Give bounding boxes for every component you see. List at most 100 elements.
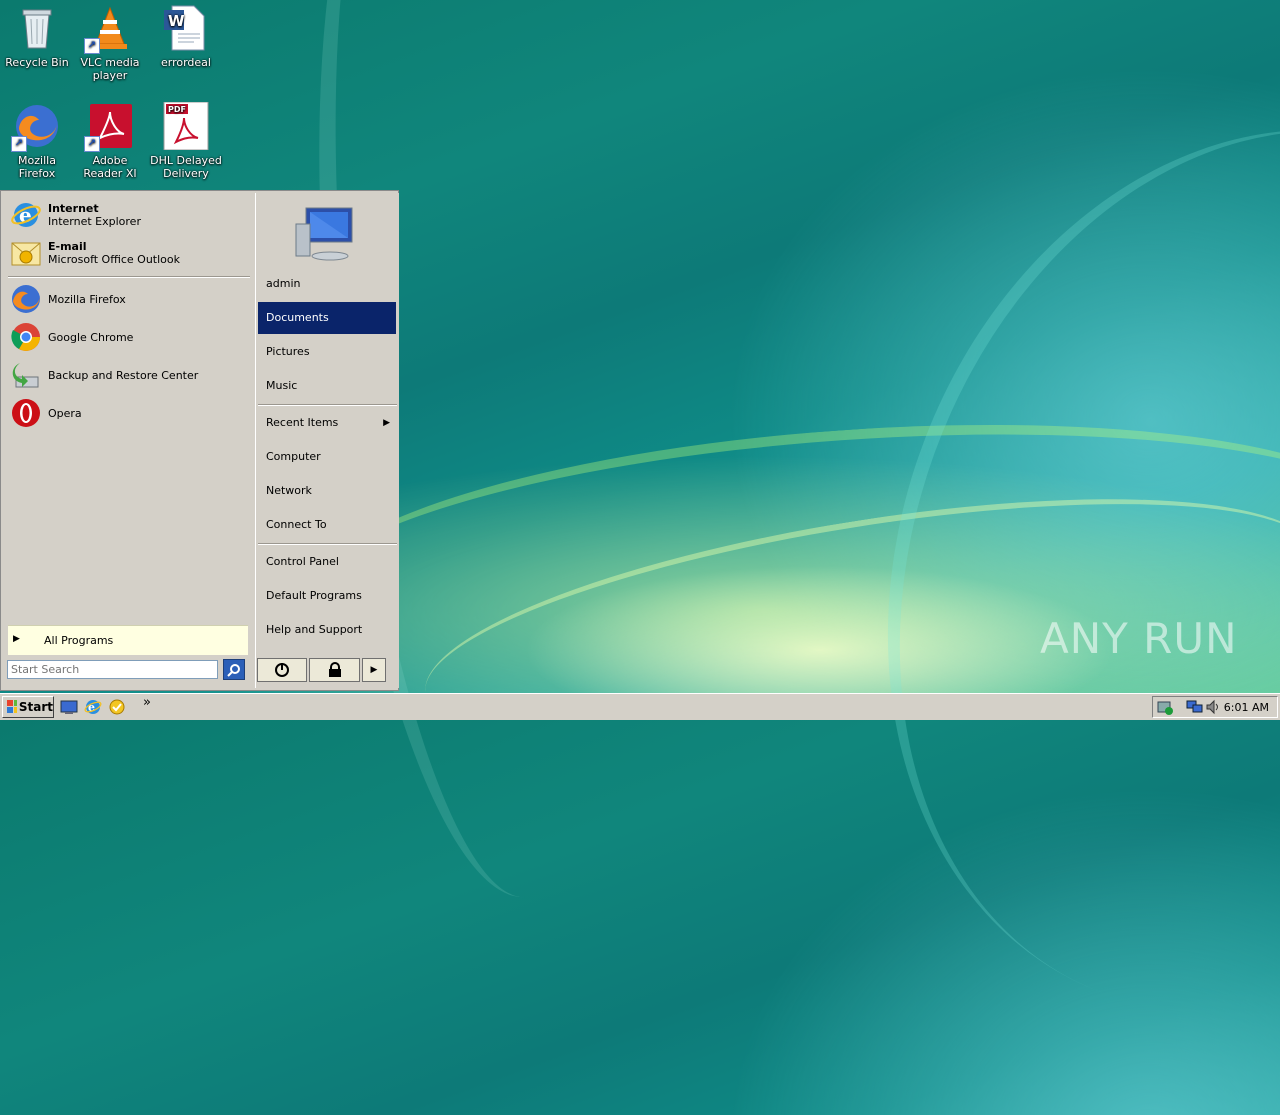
- start-right-item-control-panel[interactable]: Control Panel: [258, 546, 396, 578]
- submenu-arrow-icon: ▶: [383, 418, 390, 428]
- pinned-item-internet[interactable]: e Internet Internet Explorer: [10, 197, 250, 233]
- quick-launch-overflow[interactable]: »: [143, 695, 151, 710]
- internet-explorer-icon: e: [10, 199, 42, 231]
- pinned-item-title: E-mail: [48, 240, 87, 253]
- desktop-icon-vlc[interactable]: ↗ VLC media player: [73, 2, 147, 82]
- right-item-label: Pictures: [266, 345, 310, 358]
- opera-icon: [10, 397, 42, 429]
- start-right-item-music[interactable]: Music: [258, 370, 396, 402]
- all-programs-label: All Programs: [44, 634, 114, 647]
- recent-item-label: Google Chrome: [48, 330, 134, 344]
- vlc-icon: ↗: [84, 4, 134, 54]
- recycle-bin-icon: [13, 4, 61, 52]
- recent-item-backup-restore[interactable]: Backup and Restore Center: [10, 357, 250, 393]
- recent-item-label: Mozilla Firefox: [48, 292, 126, 306]
- desktop-icon-label: VLC media player: [80, 56, 140, 82]
- start-right-item-admin[interactable]: admin: [258, 268, 396, 300]
- internet-explorer-icon: e: [84, 700, 102, 714]
- quick-launch-internet-explorer[interactable]: e: [84, 698, 102, 716]
- recent-item-label: Opera: [48, 406, 82, 420]
- firefox-icon: [10, 283, 42, 315]
- firefox-icon: ↗: [11, 102, 61, 152]
- network-icon[interactable]: [1186, 699, 1204, 718]
- backup-icon: [10, 359, 42, 391]
- quick-launch-outlook[interactable]: [108, 698, 126, 716]
- quick-launch-show-desktop[interactable]: [60, 699, 78, 715]
- pinned-item-subtitle: Internet Explorer: [48, 215, 141, 228]
- start-right-item-help-support[interactable]: Help and Support: [258, 614, 396, 646]
- right-separator-1: [258, 404, 397, 406]
- adobe-reader-icon: ↗: [84, 102, 134, 152]
- start-right-item-network[interactable]: Network: [258, 475, 396, 507]
- desktop-icon-label: Recycle Bin: [5, 56, 69, 69]
- start-right-item-connect-to[interactable]: Connect To: [258, 509, 396, 541]
- desktop-icon-label: Adobe Reader XI: [83, 154, 137, 180]
- power-icon: [275, 663, 289, 677]
- shutdown-options-button[interactable]: ▶: [362, 658, 386, 682]
- all-programs-button[interactable]: ▶ All Programs: [8, 625, 248, 655]
- shortcut-arrow-icon: ↗: [84, 38, 100, 54]
- user-picture[interactable]: [292, 204, 358, 262]
- chrome-icon: [10, 321, 42, 353]
- right-item-label: admin: [266, 277, 301, 290]
- windows-logo-icon: [7, 700, 17, 713]
- start-right-item-pictures[interactable]: Pictures: [258, 336, 396, 368]
- desktop-icon-errordeal[interactable]: W errordeal: [149, 2, 223, 69]
- desktop-icon-label: DHL Delayed Delivery: [150, 154, 222, 180]
- recent-item-firefox[interactable]: Mozilla Firefox: [10, 281, 250, 317]
- right-item-label: Network: [266, 484, 312, 497]
- pinned-separator: [8, 276, 250, 278]
- desktop-icon-label: errordeal: [161, 56, 211, 69]
- pdf-document-icon: PDF: [162, 101, 210, 151]
- desktop-icon-label: Mozilla Firefox: [18, 154, 56, 180]
- right-item-label: Connect To: [266, 518, 327, 531]
- outlook-icon: [109, 699, 125, 715]
- pinned-item-email[interactable]: E-mail Microsoft Office Outlook: [10, 235, 250, 271]
- volume-icon[interactable]: [1205, 699, 1221, 718]
- lock-icon: [328, 662, 341, 677]
- search-button[interactable]: [223, 659, 245, 680]
- pinned-item-title: Internet: [48, 202, 99, 215]
- word-document-icon: W: [162, 4, 210, 52]
- arrow-right-icon: ▶: [370, 665, 378, 675]
- start-label: Start: [18, 700, 53, 714]
- shortcut-arrow-icon: ↗: [11, 136, 27, 152]
- recent-item-chrome[interactable]: Google Chrome: [10, 319, 250, 355]
- clock[interactable]: 6:01 AM: [1224, 701, 1269, 714]
- right-item-label: Default Programs: [266, 589, 362, 602]
- right-item-label: Recent Items: [266, 416, 339, 429]
- right-item-label: Documents: [266, 311, 329, 324]
- search-icon: [227, 663, 240, 677]
- right-item-label: Help and Support: [266, 623, 363, 636]
- start-search-input[interactable]: [7, 660, 218, 679]
- watermark: ANY RUN: [1040, 608, 1240, 668]
- start-right-item-computer[interactable]: Computer: [258, 441, 396, 473]
- right-item-label: Music: [266, 379, 298, 392]
- desktop-icon-recycle-bin[interactable]: Recycle Bin: [0, 2, 74, 69]
- recent-item-opera[interactable]: Opera: [10, 395, 250, 431]
- desktop-icon-firefox[interactable]: ↗ Mozilla Firefox: [0, 100, 74, 180]
- pinned-item-subtitle: Microsoft Office Outlook: [48, 253, 180, 266]
- shortcut-arrow-icon: ↗: [84, 136, 100, 152]
- power-button[interactable]: [257, 658, 307, 682]
- start-button[interactable]: Start: [2, 696, 54, 718]
- watermark-text: ANY RUN: [1040, 613, 1238, 663]
- start-right-item-recent-items[interactable]: Recent Items ▶: [258, 407, 396, 439]
- right-item-label: Control Panel: [266, 555, 339, 568]
- right-item-label: Computer: [266, 450, 321, 463]
- lock-button[interactable]: [309, 658, 360, 682]
- recent-item-label: Backup and Restore Center: [48, 368, 199, 382]
- arrow-right-icon: ▶: [13, 634, 20, 644]
- action-center-icon[interactable]: [1156, 699, 1174, 718]
- desktop-icon-dhl-delayed-delivery[interactable]: PDF DHL Delayed Delivery: [149, 100, 223, 180]
- right-separator-2: [258, 543, 397, 545]
- computer-user-icon: [295, 207, 353, 261]
- start-right-item-documents[interactable]: Documents: [258, 302, 396, 334]
- svg-text:W: W: [168, 12, 185, 30]
- system-tray: 6:01 AM: [1152, 696, 1278, 718]
- taskbar: Start e » 6:01 AM: [0, 693, 1280, 720]
- desktop-icon-adobe-reader[interactable]: ↗ Adobe Reader XI: [73, 100, 147, 180]
- show-desktop-icon: [60, 700, 78, 714]
- svg-text:PDF: PDF: [168, 105, 186, 114]
- start-right-item-default-programs[interactable]: Default Programs: [258, 580, 396, 612]
